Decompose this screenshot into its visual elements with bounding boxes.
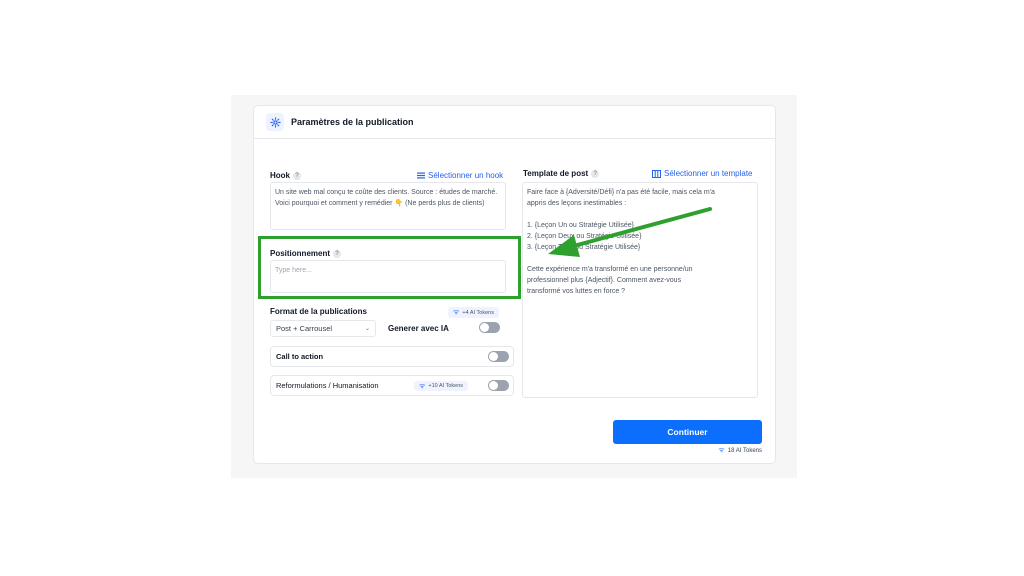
reform-label: Reformulations / Humanisation bbox=[276, 381, 379, 390]
ia-label: Generer avec IA bbox=[388, 324, 449, 333]
ia-label-text: Generer avec IA bbox=[388, 324, 449, 333]
format-token-text: +4 AI Tokens bbox=[462, 309, 494, 316]
annotation-arrow-icon bbox=[548, 207, 712, 257]
select-hook-link-text: Sélectionner un hook bbox=[428, 171, 504, 180]
hook-label: Hook ? bbox=[270, 171, 301, 180]
wifi-icon: ᯤ bbox=[419, 382, 426, 390]
chevron-down-icon: ⌄ bbox=[364, 326, 370, 332]
reform-token-text: +10 AI Tokens bbox=[428, 383, 464, 389]
columns-icon bbox=[652, 169, 661, 178]
format-token-badge: ᯤ +4 AI Tokens bbox=[448, 307, 499, 318]
continue-label: Continuer bbox=[667, 427, 708, 437]
reform-toggle[interactable] bbox=[488, 380, 509, 391]
card-title: Paramètres de la publication bbox=[291, 117, 414, 127]
template-line: professionnel plus {Adjectif}. Comment a… bbox=[527, 277, 682, 284]
format-label-text: Format de la publications bbox=[270, 307, 367, 316]
total-tokens: ᯤ 18 AI Tokens bbox=[700, 446, 762, 455]
continue-button[interactable]: Continuer bbox=[613, 420, 762, 444]
select-hook-link[interactable]: Sélectionner un hook bbox=[417, 171, 503, 180]
select-template-link-text: Sélectionner un template bbox=[664, 169, 753, 178]
template-label: Template de post ? bbox=[523, 169, 600, 178]
help-icon[interactable]: ? bbox=[293, 171, 301, 180]
cta-toggle[interactable] bbox=[488, 351, 509, 362]
reform-token-badge: ᯤ +10 AI Tokens bbox=[414, 381, 469, 391]
select-template-link[interactable]: Sélectionner un template bbox=[652, 169, 753, 178]
template-line: transformé vos luttes en force ? bbox=[527, 288, 626, 295]
gear-icon bbox=[266, 113, 284, 131]
help-icon[interactable]: ? bbox=[591, 169, 600, 178]
hook-value: Un site web mal conçu te coûte des clien… bbox=[275, 189, 498, 207]
format-select[interactable]: Post + Carrousel ⌄ bbox=[270, 320, 376, 337]
total-tokens-text: 18 AI Tokens bbox=[727, 447, 762, 454]
highlight-box bbox=[258, 236, 521, 299]
template-line: Faire face à {Adversité/Défi} n'a pas ét… bbox=[527, 189, 715, 196]
format-selected: Post + Carrousel bbox=[276, 324, 333, 333]
format-label: Format de la publications bbox=[270, 307, 367, 316]
ia-toggle[interactable] bbox=[479, 322, 500, 333]
cta-label: Call to action bbox=[276, 352, 324, 361]
reform-row: Reformulations / Humanisation bbox=[270, 375, 514, 396]
wifi-icon: ᯤ bbox=[453, 309, 460, 316]
hook-textarea[interactable]: Un site web mal conçu te coûte des clien… bbox=[270, 182, 506, 230]
wifi-icon: ᯤ bbox=[718, 447, 725, 454]
list-icon bbox=[417, 172, 425, 179]
template-line: Cette expérience m'a transformé en une p… bbox=[527, 266, 693, 273]
cta-row: Call to action bbox=[270, 346, 514, 367]
card-header: Paramètres de la publication bbox=[254, 106, 775, 139]
template-label-text: Template de post bbox=[523, 169, 589, 178]
hook-label-text: Hook bbox=[270, 171, 290, 180]
